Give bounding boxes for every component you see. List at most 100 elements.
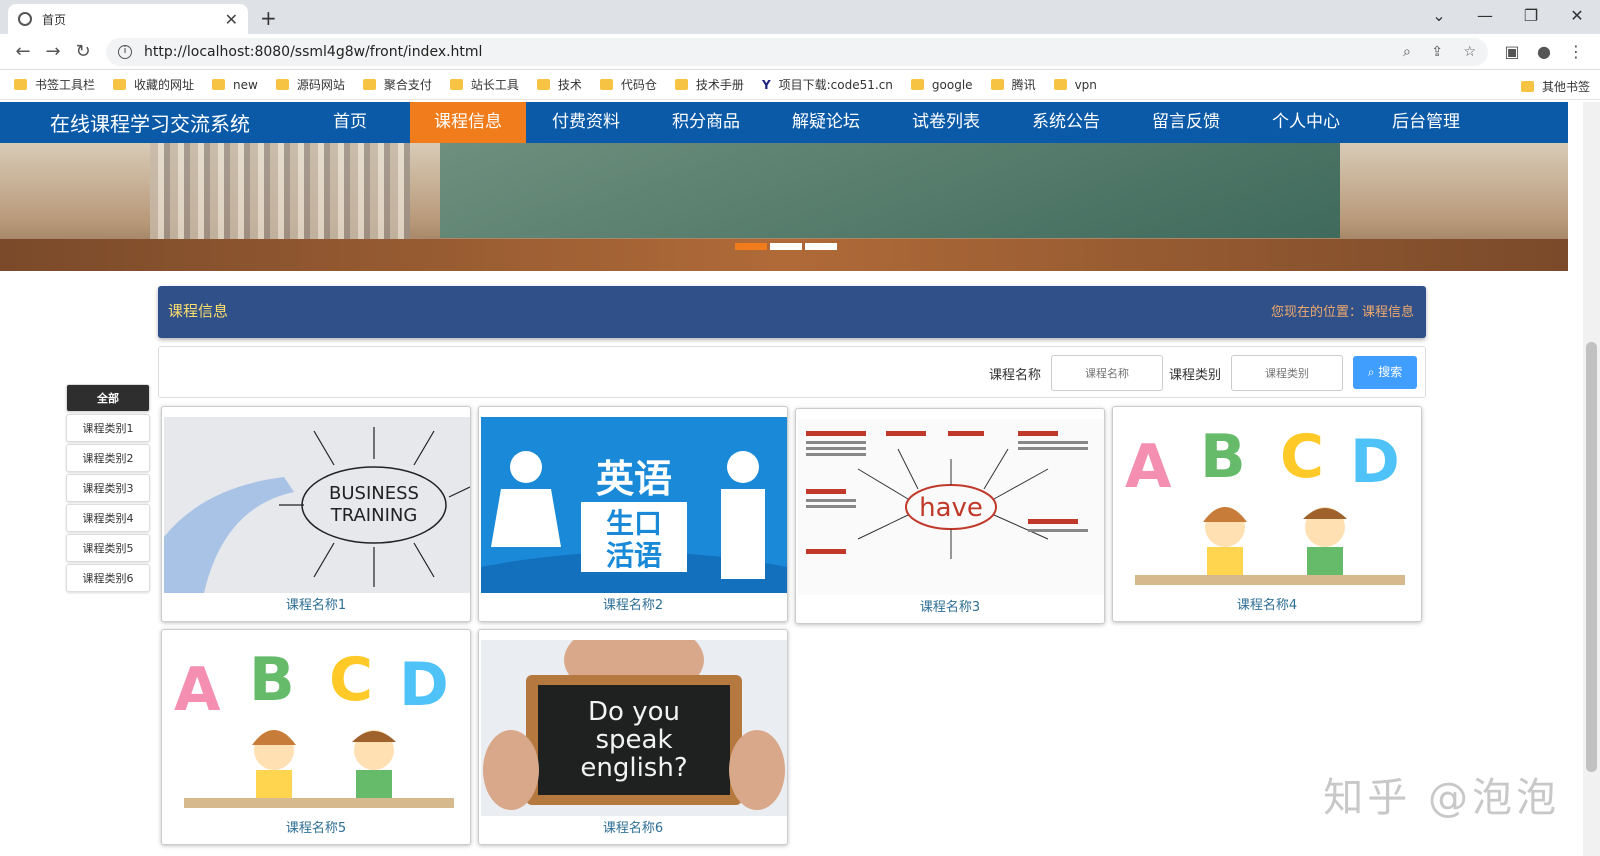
menu-dots-icon[interactable]: ⋮ [1560, 42, 1592, 61]
svg-text:活语: 活语 [606, 539, 662, 572]
nav-notices[interactable]: 系统公告 [1006, 102, 1126, 143]
course-image[interactable]: Do you speak english? [481, 640, 787, 816]
page-scrollbar[interactable] [1583, 102, 1600, 856]
category-item[interactable]: 课程类别3 [66, 474, 150, 502]
course-image[interactable]: 英语 生口 活语 [481, 417, 787, 593]
category-item[interactable]: 课程类别4 [66, 504, 150, 532]
sidepanel-icon[interactable]: ▣ [1496, 42, 1528, 61]
bookmark-item[interactable]: Y 项目下载:code51.cn [762, 76, 893, 93]
chevron-down-icon[interactable]: ⌄ [1416, 0, 1462, 34]
course-name[interactable]: 课程名称1 [162, 594, 470, 613]
category-item[interactable]: 课程类别1 [66, 414, 150, 442]
nav-points-goods[interactable]: 积分商品 [646, 102, 766, 143]
bookmark-item[interactable]: 技术手册 [674, 76, 744, 93]
carousel-dot[interactable] [735, 243, 767, 250]
course-image[interactable]: BUSINESS TRAINING [164, 417, 470, 593]
category-list: 全部 课程类别1 课程类别2 课程类别3 课程类别4 课程类别5 课程类别6 [66, 384, 150, 594]
nav-paid-materials[interactable]: 付费资料 [526, 102, 646, 143]
url-field[interactable]: i http://localhost:8080/ssml4g8w/front/i… [106, 37, 1488, 66]
banner-carousel[interactable] [0, 143, 1568, 271]
close-window-icon[interactable]: ✕ [1554, 0, 1600, 34]
bookmark-item[interactable]: 聚合支付 [362, 76, 432, 93]
search-button[interactable]: ⌕ 搜索 [1353, 356, 1417, 389]
course-name[interactable]: 课程名称4 [1113, 594, 1421, 613]
course-name[interactable]: 课程名称5 [162, 817, 470, 836]
nav-exams[interactable]: 试卷列表 [886, 102, 1006, 143]
folder-icon [674, 79, 688, 90]
bookmark-item[interactable]: 书签工具栏 [14, 76, 95, 93]
info-icon[interactable]: i [118, 44, 132, 59]
star-icon[interactable]: ☆ [1463, 44, 1476, 60]
site-y-icon: Y [761, 77, 771, 92]
url-text[interactable]: http://localhost:8080/ssml4g8w/front/ind… [144, 44, 1387, 60]
share-icon[interactable]: ⇪ [1431, 44, 1443, 60]
bookmark-item[interactable]: 站长工具 [449, 76, 519, 93]
nav-forum[interactable]: 解疑论坛 [766, 102, 886, 143]
bookmark-item[interactable]: 代码仓 [599, 76, 657, 93]
folder-icon [1520, 81, 1534, 92]
course-name[interactable]: 课程名称6 [479, 817, 787, 836]
carousel-dot[interactable] [805, 243, 837, 250]
svg-text:D: D [399, 650, 449, 720]
bookmark-item[interactable]: new [212, 78, 258, 92]
profile-icon[interactable]: ● [1528, 42, 1560, 61]
banner-blackboard [440, 143, 1340, 238]
course-card[interactable]: have 课程名称3 [795, 408, 1105, 624]
close-tab-icon[interactable]: ✕ [225, 10, 238, 29]
site-nav: 在线课程学习交流系统 首页 课程信息 付费资料 积分商品 解疑论坛 试卷列表 系… [0, 102, 1568, 143]
course-name-input[interactable] [1051, 355, 1164, 391]
nav-admin[interactable]: 后台管理 [1366, 102, 1486, 143]
back-icon[interactable]: ← [8, 41, 38, 62]
folder-icon [113, 79, 127, 90]
svg-text:speak: speak [595, 725, 672, 755]
forward-icon[interactable]: → [38, 41, 68, 62]
course-card[interactable]: BUSINESS TRAINING 课程名称1 [161, 406, 471, 622]
course-card[interactable]: Do you speak english? 课程名称6 [478, 629, 788, 845]
category-item[interactable]: 课程类别6 [66, 564, 150, 592]
bookmark-item[interactable]: 收藏的网址 [113, 76, 194, 93]
category-item[interactable]: 课程类别5 [66, 534, 150, 562]
course-card[interactable]: 英语 生口 活语 课程名称2 [478, 406, 788, 622]
course-name[interactable]: 课程名称2 [479, 594, 787, 613]
folder-icon [449, 79, 463, 90]
bookmark-item[interactable]: google [910, 78, 973, 92]
course-image[interactable]: have [798, 419, 1104, 595]
carousel-dot[interactable] [770, 243, 802, 250]
course-type-input[interactable] [1231, 355, 1344, 391]
nav-home[interactable]: 首页 [290, 102, 410, 143]
svg-text:D: D [1350, 427, 1400, 497]
folder-icon [599, 79, 613, 90]
zoom-icon[interactable]: ⌕ [1403, 44, 1411, 60]
window-controls: ⌄ — ❐ ✕ [1416, 0, 1600, 34]
folder-icon [362, 79, 376, 90]
other-bookmarks[interactable]: 其他书签 [1520, 78, 1590, 95]
minimize-icon[interactable]: — [1462, 0, 1508, 34]
category-item[interactable]: 课程类别2 [66, 444, 150, 472]
nav-feedback[interactable]: 留言反馈 [1126, 102, 1246, 143]
bookmark-item[interactable]: vpn [1053, 78, 1097, 92]
course-type-label: 课程类别 [1169, 367, 1222, 383]
bookmark-item[interactable]: 源码网站 [275, 76, 345, 93]
course-image[interactable]: A B C D [1115, 417, 1421, 593]
scrollbar-thumb[interactable] [1586, 342, 1597, 772]
watermark: 知乎 @泡泡 [1323, 775, 1560, 821]
site-logo[interactable]: 在线课程学习交流系统 [0, 108, 290, 137]
svg-text:TRAINING: TRAINING [330, 505, 418, 526]
svg-text:BUSINESS: BUSINESS [329, 483, 419, 504]
course-card[interactable]: A B C D 课程名称5 [161, 629, 471, 845]
breadcrumb: 您现在的位置：课程信息 [1270, 305, 1414, 320]
nav-user-center[interactable]: 个人中心 [1246, 102, 1366, 143]
category-all[interactable]: 全部 [66, 384, 150, 412]
bookmark-item[interactable]: 技术 [536, 76, 582, 93]
nav-courses[interactable]: 课程信息 [410, 102, 526, 143]
restore-icon[interactable]: ❐ [1508, 0, 1554, 34]
folder-icon [275, 79, 289, 90]
course-name[interactable]: 课程名称3 [796, 596, 1104, 615]
course-image[interactable]: A B C D [164, 640, 470, 816]
new-tab-icon[interactable]: + [260, 6, 277, 30]
bookmark-item[interactable]: 腾讯 [990, 76, 1036, 93]
browser-tab[interactable]: 首页 ✕ [8, 4, 248, 34]
course-card[interactable]: A B C D 课程名称4 [1112, 406, 1422, 622]
svg-text:Do you: Do you [588, 697, 680, 727]
reload-icon[interactable]: ↻ [68, 41, 98, 62]
